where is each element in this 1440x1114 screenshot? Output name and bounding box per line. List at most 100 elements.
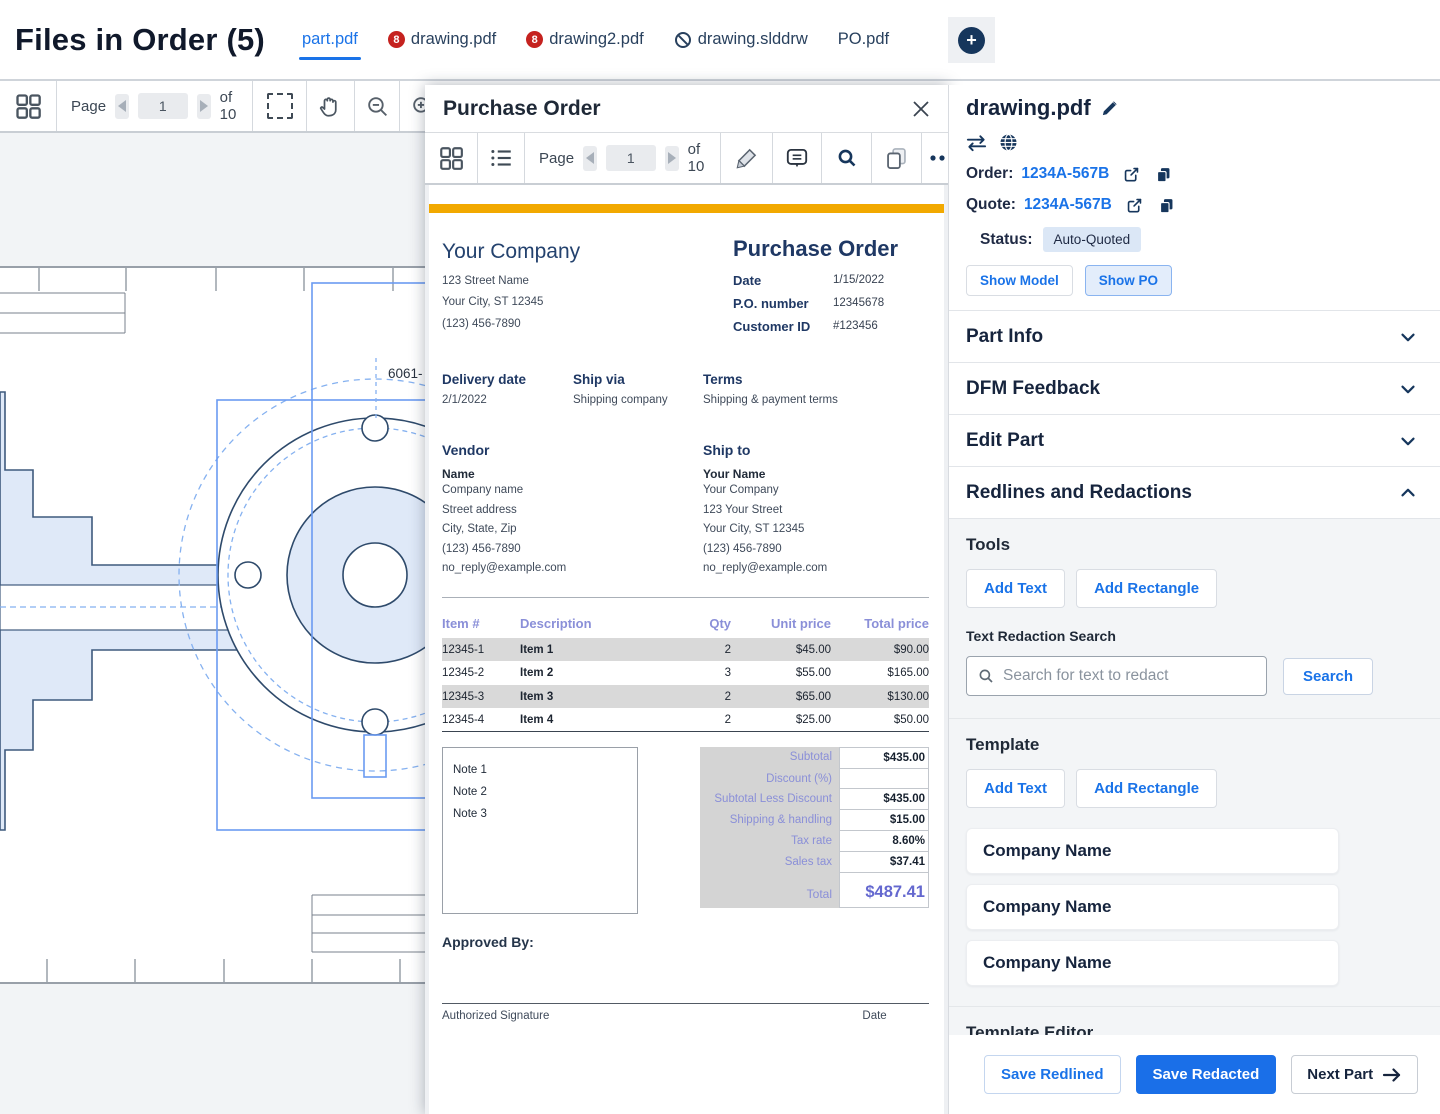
globe-icon[interactable] [999, 133, 1018, 152]
app-header: Files in Order (5) part.pdf 8 drawing.pd… [0, 0, 1440, 81]
thumbnail-grid-button[interactable] [425, 133, 478, 183]
po-vendor-name-label: Name [442, 467, 475, 482]
tab-part-pdf[interactable]: part.pdf [287, 0, 373, 79]
po-shipto-block: Ship to Your Name Your Company 123 Your … [703, 442, 827, 579]
next-page-button[interactable] [664, 145, 679, 171]
more-options-button[interactable] [922, 133, 948, 183]
template-title: Template [966, 735, 1040, 754]
po-shipto-line: Your Company [703, 484, 779, 497]
tab-drawing2-pdf[interactable]: 8 drawing2.pdf [511, 0, 658, 79]
search-icon [838, 149, 855, 167]
template-field-company-name[interactable]: Company Name [966, 828, 1339, 874]
external-link-icon[interactable] [1126, 197, 1143, 214]
pan-tool-button[interactable] [307, 81, 355, 131]
save-redacted-button[interactable]: Save Redacted [1135, 1055, 1277, 1094]
copy-icon[interactable] [1158, 197, 1175, 214]
tools-add-text-button[interactable]: Add Text [966, 569, 1066, 608]
cell-unit: $45.00 [731, 637, 831, 662]
redaction-search-field[interactable] [966, 656, 1267, 696]
redaction-search-input[interactable] [1003, 667, 1256, 685]
page-title: Files in Order (5) [15, 21, 265, 57]
plus-icon: + [958, 26, 985, 54]
cell-qty: 2 [676, 684, 731, 709]
close-icon[interactable] [910, 98, 932, 120]
total-label: Shipping & handling [700, 809, 839, 831]
cell-total: $50.00 [831, 708, 929, 732]
grid-icon [440, 147, 463, 170]
prohibited-icon [674, 31, 692, 49]
section-label: Redlines and Redactions [966, 481, 1192, 503]
copy-icon[interactable] [1155, 166, 1172, 183]
highlight-tool-button[interactable] [721, 133, 773, 183]
section-edit-part[interactable]: Edit Part [949, 415, 1440, 467]
column-header: Total price [864, 615, 929, 631]
add-file-button[interactable]: + [948, 17, 995, 63]
edit-pencil-icon[interactable] [1100, 99, 1119, 118]
section-part-info[interactable]: Part Info [949, 311, 1440, 363]
zoom-in-icon [412, 96, 425, 113]
prev-page-button[interactable] [583, 145, 597, 171]
drawing-viewer: Page of 10 [0, 81, 425, 1114]
signature-date-label: Date [862, 1009, 887, 1022]
tab-drawing-pdf[interactable]: 8 drawing.pdf [373, 0, 511, 79]
po-vendor-title: Vendor [442, 442, 490, 459]
redaction-search-title: Text Redaction Search [966, 628, 1116, 644]
save-redlined-button[interactable]: Save Redlined [984, 1055, 1121, 1094]
po-vendor-line: City, State, Zip [442, 523, 517, 536]
po-shipto-line: Your City, ST 12345 [703, 523, 805, 536]
redlines-panel: Tools Add Text Add Rectangle Text Redact… [949, 519, 1440, 1045]
template-add-rectangle-button[interactable]: Add Rectangle [1076, 769, 1218, 808]
next-page-button[interactable] [196, 93, 211, 119]
grand-total-label: Total [700, 872, 839, 908]
copy-pages-button[interactable] [872, 133, 922, 183]
search-button[interactable]: Search [1283, 657, 1374, 695]
comment-tool-button[interactable] [773, 133, 822, 183]
next-part-button[interactable]: Next Part [1291, 1055, 1419, 1094]
drawing-canvas[interactable]: 6061- [0, 133, 425, 1114]
cell-total: $130.00 [831, 684, 929, 709]
external-link-icon[interactable] [1123, 166, 1140, 183]
show-model-button[interactable]: Show Model [966, 265, 1073, 296]
sidebar-footer: Save Redlined Save Redacted Next Part [949, 1035, 1440, 1114]
search-tool-button[interactable] [822, 133, 872, 183]
more-icon [930, 155, 945, 161]
po-shipto-title: Ship to [703, 442, 751, 459]
column-header: Description [520, 615, 592, 631]
cell-desc: Item 2 [520, 667, 554, 680]
quote-link[interactable]: 1234A-567B [1024, 196, 1112, 214]
approved-by-label: Approved By: [442, 933, 534, 950]
show-po-button[interactable]: Show PO [1084, 265, 1173, 296]
section-dfm-feedback[interactable]: DFM Feedback [949, 363, 1440, 415]
template-field-company-name[interactable]: Company Name [966, 884, 1339, 930]
marquee-select-button[interactable] [253, 81, 307, 131]
template-add-text-button[interactable]: Add Text [966, 769, 1066, 808]
total-label: Discount (%) [700, 768, 839, 789]
error-count-badge: 8 [526, 31, 544, 48]
zoom-in-button[interactable] [400, 81, 425, 131]
prev-page-button[interactable] [115, 93, 129, 119]
column-header: Unit price [771, 615, 831, 631]
po-vendor-line: (123) 456-7890 [442, 542, 521, 555]
outline-list-button[interactable] [478, 133, 525, 183]
thumbnail-grid-button[interactable] [0, 81, 57, 131]
po-meta-value: 1/15/2022 [833, 274, 885, 286]
quote-row: Quote: 1234A-567B [966, 196, 1440, 214]
reprocess-icon[interactable] [966, 134, 987, 152]
zoom-out-button[interactable] [355, 81, 400, 131]
page-number-input[interactable] [137, 93, 188, 119]
order-link[interactable]: 1234A-567B [1021, 165, 1109, 183]
section-label: Part Info [966, 325, 1044, 347]
section-redlines-redactions[interactable]: Redlines and Redactions [949, 467, 1440, 519]
po-company-address2: Your City, ST 12345 [442, 296, 544, 309]
arrow-right-icon [1383, 1067, 1401, 1082]
tools-add-rectangle-button[interactable]: Add Rectangle [1076, 569, 1218, 608]
tab-po-pdf[interactable]: PO.pdf [823, 0, 904, 79]
template-field-company-name[interactable]: Company Name [966, 940, 1339, 986]
cell-qty: 2 [676, 637, 731, 662]
purchase-order-modal: Purchase Order Page of 10 [425, 85, 948, 1114]
cell-qty: 2 [676, 708, 731, 732]
po-document-area[interactable]: Your Company 123 Street Name Your City, … [425, 185, 948, 1114]
tab-drawing-slddrw[interactable]: drawing.slddrw [659, 0, 823, 79]
page-number-input[interactable] [605, 145, 656, 171]
po-shipping-label: Terms [703, 372, 743, 388]
